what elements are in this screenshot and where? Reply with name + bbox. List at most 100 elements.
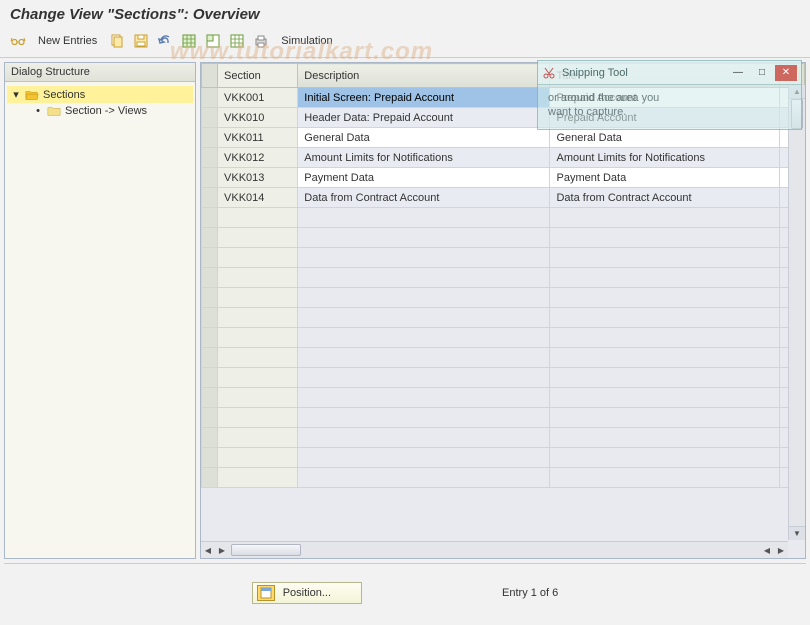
new-entries-button[interactable]: New Entries xyxy=(32,33,103,49)
cell-section[interactable] xyxy=(218,448,298,468)
cell-title[interactable] xyxy=(550,428,779,448)
cell-description[interactable] xyxy=(298,228,550,248)
cell-description[interactable] xyxy=(298,208,550,228)
cell-title[interactable] xyxy=(550,448,779,468)
cell-description[interactable] xyxy=(298,408,550,428)
scroll-left-icon[interactable]: ◀ xyxy=(201,542,215,558)
undo-icon[interactable] xyxy=(155,31,175,51)
cell-section[interactable] xyxy=(218,248,298,268)
cell-section[interactable] xyxy=(218,268,298,288)
cell-section[interactable] xyxy=(218,388,298,408)
row-selector[interactable] xyxy=(202,248,218,268)
cell-title[interactable] xyxy=(550,348,779,368)
row-selector[interactable] xyxy=(202,448,218,468)
horizontal-scrollbar[interactable]: ◀ ▶ ◀ ▶ xyxy=(201,541,788,558)
cell-title[interactable]: General Data xyxy=(550,128,779,148)
cell-title[interactable] xyxy=(550,328,779,348)
row-selector[interactable] xyxy=(202,168,218,188)
cell-title[interactable] xyxy=(550,248,779,268)
row-selector[interactable] xyxy=(202,188,218,208)
table-row[interactable] xyxy=(202,248,805,268)
position-button[interactable]: Position... xyxy=(252,582,362,604)
scroll-left2-icon[interactable]: ◀ xyxy=(760,542,774,558)
table-row[interactable] xyxy=(202,408,805,428)
cell-title[interactable]: Prepaid Account xyxy=(550,108,779,128)
cell-description[interactable] xyxy=(298,288,550,308)
cell-section[interactable] xyxy=(218,228,298,248)
row-selector[interactable] xyxy=(202,348,218,368)
cell-title[interactable]: Amount Limits for Notifications xyxy=(550,148,779,168)
table-row[interactable] xyxy=(202,428,805,448)
row-selector[interactable] xyxy=(202,228,218,248)
scroll-up-icon[interactable]: ▲ xyxy=(789,85,805,99)
row-selector[interactable] xyxy=(202,308,218,328)
scroll-right-icon[interactable]: ▶ xyxy=(215,542,229,558)
simulation-button[interactable]: Simulation xyxy=(275,33,338,49)
cell-section[interactable]: VKK010 xyxy=(218,108,298,128)
cell-title[interactable] xyxy=(550,268,779,288)
cell-title[interactable] xyxy=(550,468,779,488)
cell-description[interactable] xyxy=(298,348,550,368)
cell-title[interactable] xyxy=(550,388,779,408)
cell-description[interactable] xyxy=(298,308,550,328)
deselect-icon[interactable] xyxy=(227,31,247,51)
row-selector[interactable] xyxy=(202,328,218,348)
cell-section[interactable] xyxy=(218,328,298,348)
select-block-icon[interactable] xyxy=(203,31,223,51)
cell-section[interactable]: VKK011 xyxy=(218,128,298,148)
row-selector[interactable] xyxy=(202,108,218,128)
row-selector[interactable] xyxy=(202,288,218,308)
cell-description[interactable]: Initial Screen: Prepaid Account xyxy=(298,88,550,108)
copy-icon[interactable] xyxy=(107,31,127,51)
select-all-icon[interactable] xyxy=(179,31,199,51)
row-selector[interactable] xyxy=(202,88,218,108)
table-row[interactable]: VKK001Initial Screen: Prepaid AccountPre… xyxy=(202,88,805,108)
cell-description[interactable] xyxy=(298,248,550,268)
cell-section[interactable] xyxy=(218,208,298,228)
cell-title[interactable] xyxy=(550,228,779,248)
cell-description[interactable]: General Data xyxy=(298,128,550,148)
row-selector[interactable] xyxy=(202,368,218,388)
cell-section[interactable] xyxy=(218,348,298,368)
table-row[interactable] xyxy=(202,388,805,408)
table-row[interactable]: VKK010Header Data: Prepaid AccountPrepai… xyxy=(202,108,805,128)
table-row[interactable] xyxy=(202,308,805,328)
cell-section[interactable]: VKK013 xyxy=(218,168,298,188)
cell-title[interactable] xyxy=(550,368,779,388)
scroll-right2-icon[interactable]: ▶ xyxy=(774,542,788,558)
col-header-section[interactable]: Section xyxy=(218,64,298,88)
cell-section[interactable] xyxy=(218,288,298,308)
cell-description[interactable]: Payment Data xyxy=(298,168,550,188)
cell-description[interactable] xyxy=(298,468,550,488)
row-selector[interactable] xyxy=(202,408,218,428)
cell-description[interactable] xyxy=(298,328,550,348)
cell-title[interactable] xyxy=(550,288,779,308)
cell-title[interactable]: Data from Contract Account xyxy=(550,188,779,208)
scroll-thumb[interactable] xyxy=(791,99,803,129)
cell-description[interactable]: Data from Contract Account xyxy=(298,188,550,208)
print-icon[interactable] xyxy=(251,31,271,51)
scroll-down-icon[interactable]: ▼ xyxy=(789,526,805,540)
cell-title[interactable]: Prepaid Account xyxy=(550,88,779,108)
hscroll-thumb[interactable] xyxy=(231,544,301,556)
table-row[interactable]: VKK012Amount Limits for NotificationsAmo… xyxy=(202,148,805,168)
table-row[interactable] xyxy=(202,268,805,288)
collapse-icon[interactable]: ▾ xyxy=(11,88,21,101)
cell-description[interactable]: Header Data: Prepaid Account xyxy=(298,108,550,128)
table-row[interactable] xyxy=(202,208,805,228)
table-row[interactable] xyxy=(202,468,805,488)
col-header-description[interactable]: Description xyxy=(298,64,550,88)
cell-section[interactable] xyxy=(218,468,298,488)
cell-description[interactable] xyxy=(298,268,550,288)
table-row[interactable] xyxy=(202,348,805,368)
cell-description[interactable] xyxy=(298,448,550,468)
cell-description[interactable]: Amount Limits for Notifications xyxy=(298,148,550,168)
cell-section[interactable] xyxy=(218,428,298,448)
cell-section[interactable]: VKK014 xyxy=(218,188,298,208)
table-row[interactable] xyxy=(202,328,805,348)
vertical-scrollbar[interactable]: ▲ ▼ xyxy=(788,85,805,540)
table-config-icon[interactable] xyxy=(779,64,804,88)
table-row[interactable]: VKK014Data from Contract AccountData fro… xyxy=(202,188,805,208)
cell-description[interactable] xyxy=(298,428,550,448)
table-row[interactable] xyxy=(202,448,805,468)
